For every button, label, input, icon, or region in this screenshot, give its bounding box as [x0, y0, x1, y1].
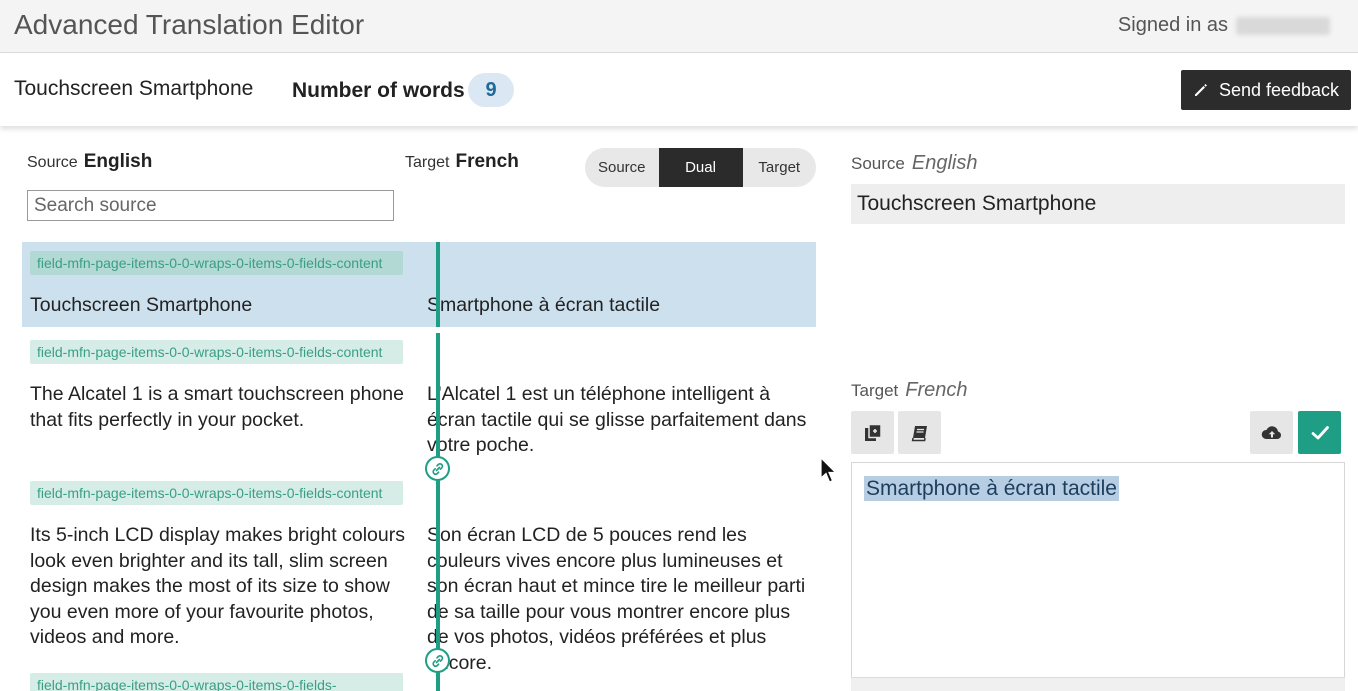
mouse-cursor-icon [820, 457, 837, 483]
segment-row[interactable]: field-mfn-page-items-0-0-wraps-0-items-0… [22, 242, 816, 327]
segment-source-text: Touchscreen Smartphone [30, 294, 253, 316]
segment-row[interactable]: field-mfn-page-items-0-0-wraps-0-items-0… [22, 673, 816, 691]
segment-target-text: Smartphone à écran tactile [427, 294, 661, 316]
glossary-button[interactable] [898, 411, 941, 454]
segment-divider [436, 333, 440, 691]
target-label: Target [405, 154, 450, 171]
app-header: Advanced Translation Editor Signed in as [0, 0, 1358, 53]
segment-field-key: field-mfn-page-items-0-0-wraps-0-items-0… [30, 251, 403, 275]
editor-footer [851, 677, 1345, 691]
segment-field-key: field-mfn-page-items-0-0-wraps-0-items-0… [30, 481, 403, 505]
segment-field-key: field-mfn-page-items-0-0-wraps-0-items-0… [30, 340, 403, 364]
target-editor[interactable]: Smartphone à écran tactile [851, 462, 1345, 691]
editor-source-text: Touchscreen Smartphone [851, 184, 1345, 224]
send-feedback-label: Send feedback [1218, 79, 1340, 100]
editor-target-language: French [905, 379, 968, 401]
segment-link-icon[interactable] [425, 456, 450, 481]
user-email-redacted [1236, 16, 1330, 35]
document-title: Touchscreen Smartphone [14, 77, 254, 100]
view-mode-toggle: Source Dual Target [585, 148, 816, 187]
segment-target-text: Son écran LCD de 5 pouces rend les coule… [427, 524, 806, 674]
send-feedback-button[interactable]: Send feedback [1181, 70, 1351, 110]
word-count-label: Number of words [292, 79, 465, 102]
copy-source-icon [864, 423, 882, 441]
segment-source-text: Its 5-inch LCD display makes bright colo… [30, 524, 405, 648]
copy-source-button[interactable] [851, 411, 894, 454]
segment-link-icon[interactable] [425, 648, 450, 673]
checkmark-icon [1311, 425, 1329, 439]
target-editor-text[interactable]: Smartphone à écran tactile [864, 476, 1119, 501]
view-target-button[interactable]: Target [743, 148, 817, 187]
editor-source-label: Source [851, 154, 905, 173]
document-header: Touchscreen Smartphone Number of words 9… [0, 54, 1358, 126]
signed-in-info: Signed in as [1118, 14, 1330, 37]
word-count-badge: 9 [468, 73, 514, 107]
view-source-button[interactable]: Source [585, 148, 659, 187]
cloud-upload-icon [1261, 425, 1281, 439]
source-label: Source [27, 154, 78, 171]
search-source-input[interactable] [27, 190, 394, 221]
segment-target-text: L'Alcatel 1 est un téléphone intelligent… [427, 383, 807, 456]
source-language-heading: Source English [27, 151, 152, 173]
target-language: French [455, 151, 519, 172]
editor-source-language: English [911, 152, 978, 174]
segment-row[interactable]: field-mfn-page-items-0-0-wraps-0-items-0… [22, 481, 816, 674]
pencil-icon [1194, 84, 1207, 96]
signed-in-label: Signed in as [1117, 14, 1228, 36]
editor-target-label: Target [851, 381, 899, 400]
cloud-upload-button[interactable] [1250, 411, 1293, 454]
segment-divider [436, 242, 440, 327]
confirm-translation-button[interactable] [1298, 411, 1341, 454]
segment-field-key: field-mfn-page-items-0-0-wraps-0-items-0… [30, 673, 403, 691]
editor-target-heading: Target French [851, 379, 968, 402]
target-language-heading: Target French [405, 151, 519, 173]
segment-row[interactable]: field-mfn-page-items-0-0-wraps-0-items-0… [22, 340, 816, 470]
source-language: English [83, 151, 153, 172]
app-title: Advanced Translation Editor [14, 9, 365, 40]
view-dual-button[interactable]: Dual [658, 148, 743, 187]
glossary-book-icon [911, 425, 927, 441]
segment-source-text: The Alcatel 1 is a smart touchscreen pho… [30, 383, 404, 431]
editor-source-heading: Source English [851, 152, 977, 175]
